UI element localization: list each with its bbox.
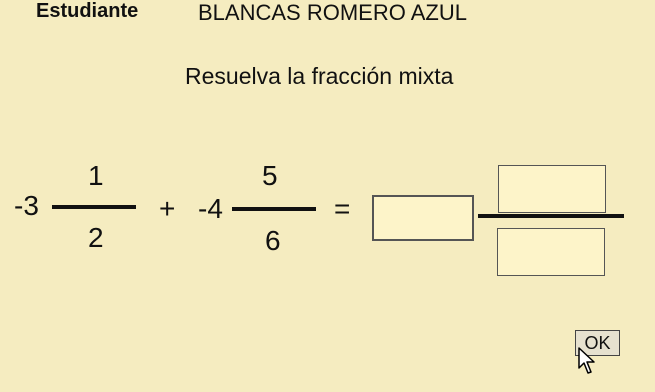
term1-denominator: 2: [88, 222, 104, 253]
plus-operator: +: [159, 193, 176, 224]
term1-fraction-bar: [52, 205, 136, 209]
term2-numerator: 5: [262, 160, 278, 191]
instruction-text: Resuelva la fracción mixta: [185, 63, 454, 89]
mouse-pointer-icon: [578, 347, 598, 380]
equals-sign: =: [334, 193, 351, 224]
term1-whole: -3: [14, 190, 39, 221]
answer-whole-input[interactable]: [372, 195, 474, 241]
term2-denominator: 6: [265, 225, 281, 256]
term1-numerator: 1: [88, 160, 104, 191]
term2-whole: -4: [198, 193, 223, 224]
answer-denominator-input[interactable]: [497, 228, 605, 276]
answer-fraction-bar: [478, 214, 624, 218]
student-name: BLANCAS ROMERO AZUL: [198, 0, 467, 25]
student-label: Estudiante: [36, 0, 139, 22]
answer-numerator-input[interactable]: [498, 165, 606, 213]
term2-fraction-bar: [232, 207, 316, 211]
